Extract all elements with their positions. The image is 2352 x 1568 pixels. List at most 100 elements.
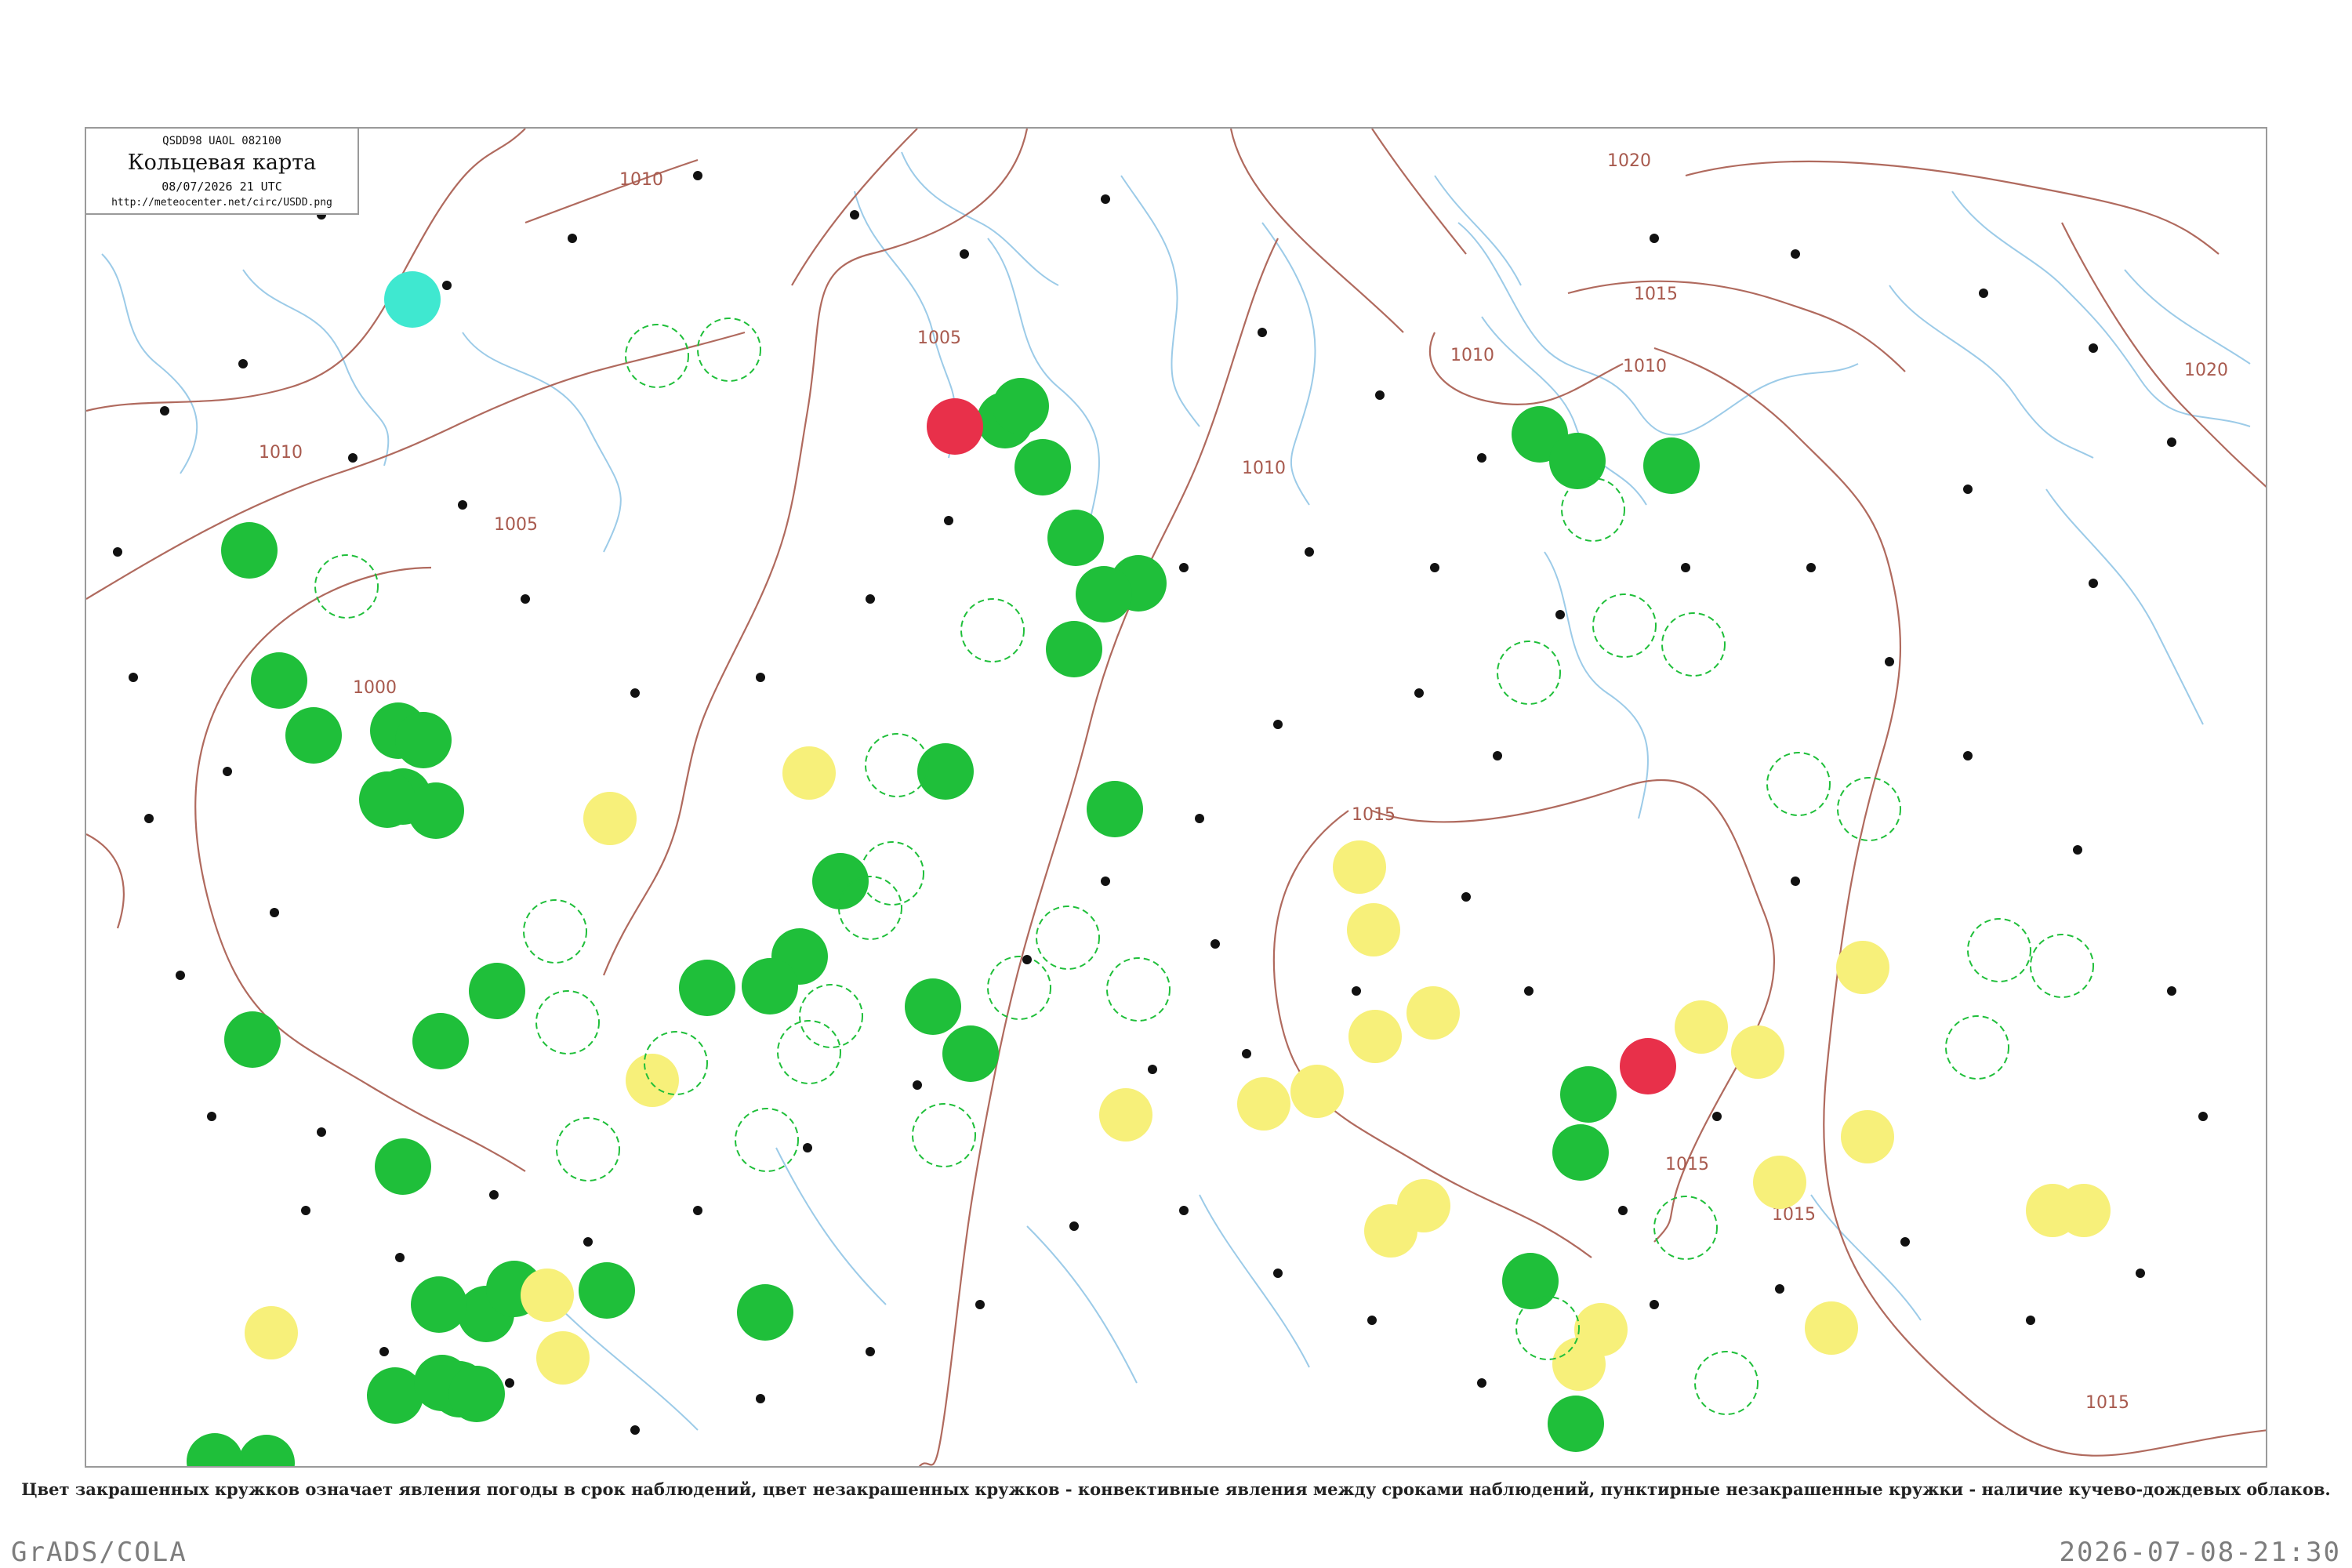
fog-station-marker [245,1306,298,1359]
fog-station-marker [1347,903,1400,956]
station-dot [317,1127,326,1137]
source-url[interactable]: http://meteocenter.net/circ/USDD.png [86,197,358,209]
fog-station-marker [1675,1000,1728,1054]
rain-station-marker [579,1262,635,1319]
rain-station-marker [905,978,961,1035]
cumulonimbus-ring [960,598,1025,662]
station-dot [1555,610,1565,619]
station-dot [1148,1065,1157,1074]
isobar-label: 1005 [494,515,538,535]
station-dot [1712,1112,1722,1121]
cumulonimbus-ring [1766,752,1831,816]
map-title: Кольцевая карта [127,151,317,175]
station-dot [1101,194,1110,204]
rain-station-marker [221,522,278,579]
fog-station-marker [626,1054,679,1107]
station-dot [1375,390,1385,400]
cumulonimbus-ring [799,984,863,1048]
isobar-label: 1015 [1352,805,1396,825]
station-dot [1305,547,1314,557]
station-dot [1367,1316,1377,1325]
station-dot [568,234,577,243]
fog-station-marker [1574,1303,1628,1356]
isobar-label: 1015 [1665,1155,1709,1174]
fog-station-marker [1237,1077,1290,1131]
station-dot [238,359,248,368]
isobar-label: 1010 [1242,459,1286,478]
cumulonimbus-ring [1106,957,1171,1022]
snow-station-marker [384,271,441,328]
rain-station-marker [742,958,798,1014]
isobar-label: 1010 [1623,357,1667,376]
isobar-label: 1020 [1607,151,1651,171]
station-dot [693,171,702,180]
station-dot [1650,1300,1659,1309]
rain-station-marker [737,1284,793,1341]
fog-station-marker [1841,1110,1894,1163]
station-dot [850,210,859,220]
isobar-labels: 1020 1020 1015 1015 1015 1015 1015 1010 … [259,151,2228,1413]
station-dot [379,1347,389,1356]
station-dot [1618,1206,1628,1215]
station-dot [1791,877,1800,886]
station-dot [756,673,765,682]
rain-station-marker [359,771,416,828]
station-dot [1414,688,1424,698]
station-dot [1477,453,1486,463]
fog-station-marker [1348,1010,1402,1063]
fog-station-marker [583,792,637,845]
cumulonimbus-ring [1592,593,1657,658]
cumulonimbus-ring [1497,641,1561,705]
rain-station-marker [993,378,1049,434]
fog-station-marker [1364,1204,1417,1258]
rain-station-marker [1643,437,1700,494]
station-dot [489,1190,499,1200]
synoptic-map: 1020 1020 1015 1015 1015 1015 1015 1010 … [85,127,2267,1468]
station-dot [975,1300,985,1309]
rain-station-marker [679,960,735,1016]
station-dot [2089,579,2098,588]
rain-station-marker [375,1138,431,1195]
fog-station-marker [1333,840,1386,894]
rain-station-marker [917,743,974,800]
fog-station-marker [782,746,836,800]
render-timestamp: 2026-07-08-21:30 [2059,1537,2341,1568]
rain-station-marker [1046,621,1102,677]
station-dot [1430,563,1439,572]
station-dot [1681,563,1690,572]
station-dot [270,908,279,917]
station-dot [2198,1112,2208,1121]
cumulonimbus-ring [1967,918,2031,982]
isobar-label: 1010 [619,170,663,190]
station-dot [442,281,452,290]
rain-station-marker [238,1435,295,1466]
station-dot [960,249,969,259]
rain-station-marker [1087,781,1143,837]
station-dot [803,1143,812,1152]
cumulonimbus-ring [314,554,379,619]
fog-station-marker [1753,1156,1806,1209]
station-dot [1210,939,1220,949]
rain-station-marker [1549,433,1606,489]
station-dot [1242,1049,1251,1058]
cumulonimbus-ring [1661,612,1726,677]
station-dot [2089,343,2098,353]
station-dot [129,673,138,682]
cumulonimbus-ring [1561,477,1625,542]
isobar-label: 1015 [1634,285,1678,304]
cumulonimbus-ring [697,318,761,382]
thunderstorm-station-marker [927,398,983,455]
station-dot [1524,986,1534,996]
cumulonimbus-ring [1515,1296,1580,1360]
station-dot [1258,328,1267,337]
rain-station-marker [251,652,307,709]
stations-layer [113,171,2208,1466]
station-dot [176,971,185,980]
station-dot [505,1378,514,1388]
station-dot [1979,289,1988,298]
map-canvas: 1020 1020 1015 1015 1015 1015 1015 1010 … [86,129,2266,1466]
fog-station-marker [2057,1184,2111,1237]
station-dot [2136,1269,2145,1278]
station-dot [2167,437,2176,447]
station-dot [521,594,530,604]
